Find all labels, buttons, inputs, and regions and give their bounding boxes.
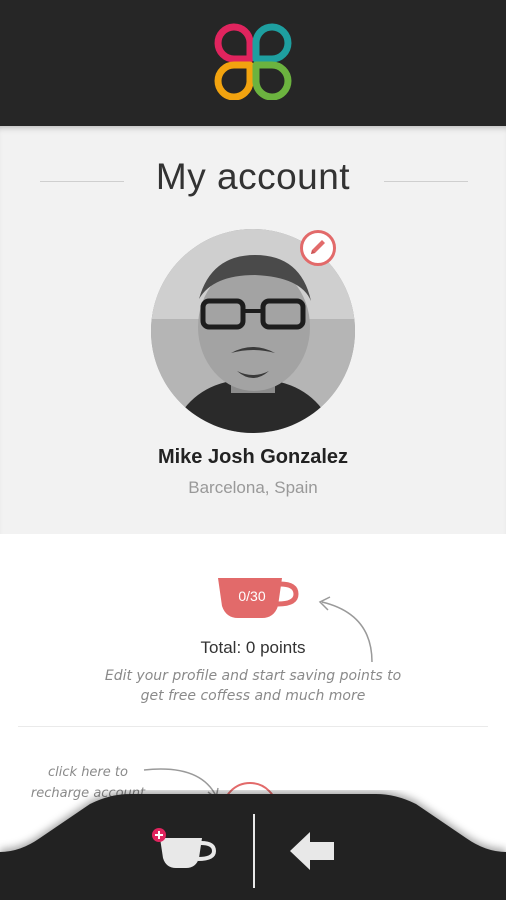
bottom-nav-bar	[0, 790, 506, 900]
section-divider	[18, 726, 488, 727]
nav-separator	[253, 814, 255, 888]
page-title: My account	[155, 156, 351, 197]
points-hint: Edit your profile and start saving point…	[104, 668, 402, 704]
app-header	[0, 0, 506, 126]
app-logo-icon	[214, 23, 292, 100]
title-divider-right	[384, 181, 468, 182]
user-name: Mike Josh Gonzalez	[157, 446, 349, 468]
user-location: Barcelona, Spain	[188, 478, 318, 497]
edit-profile-button[interactable]	[300, 230, 336, 266]
total-points: Total: 0 points	[200, 638, 306, 657]
back-button[interactable]	[288, 830, 338, 872]
title-row: My account	[0, 156, 506, 206]
add-coffee-button[interactable]	[150, 826, 220, 872]
add-coffee-cup-icon	[152, 828, 217, 868]
points-counter: 0/30	[238, 588, 266, 604]
back-arrow-icon	[290, 832, 334, 870]
profile-section: My account Mike Josh Gonzalez Barcelona,…	[0, 126, 506, 534]
pencil-icon	[311, 240, 325, 254]
